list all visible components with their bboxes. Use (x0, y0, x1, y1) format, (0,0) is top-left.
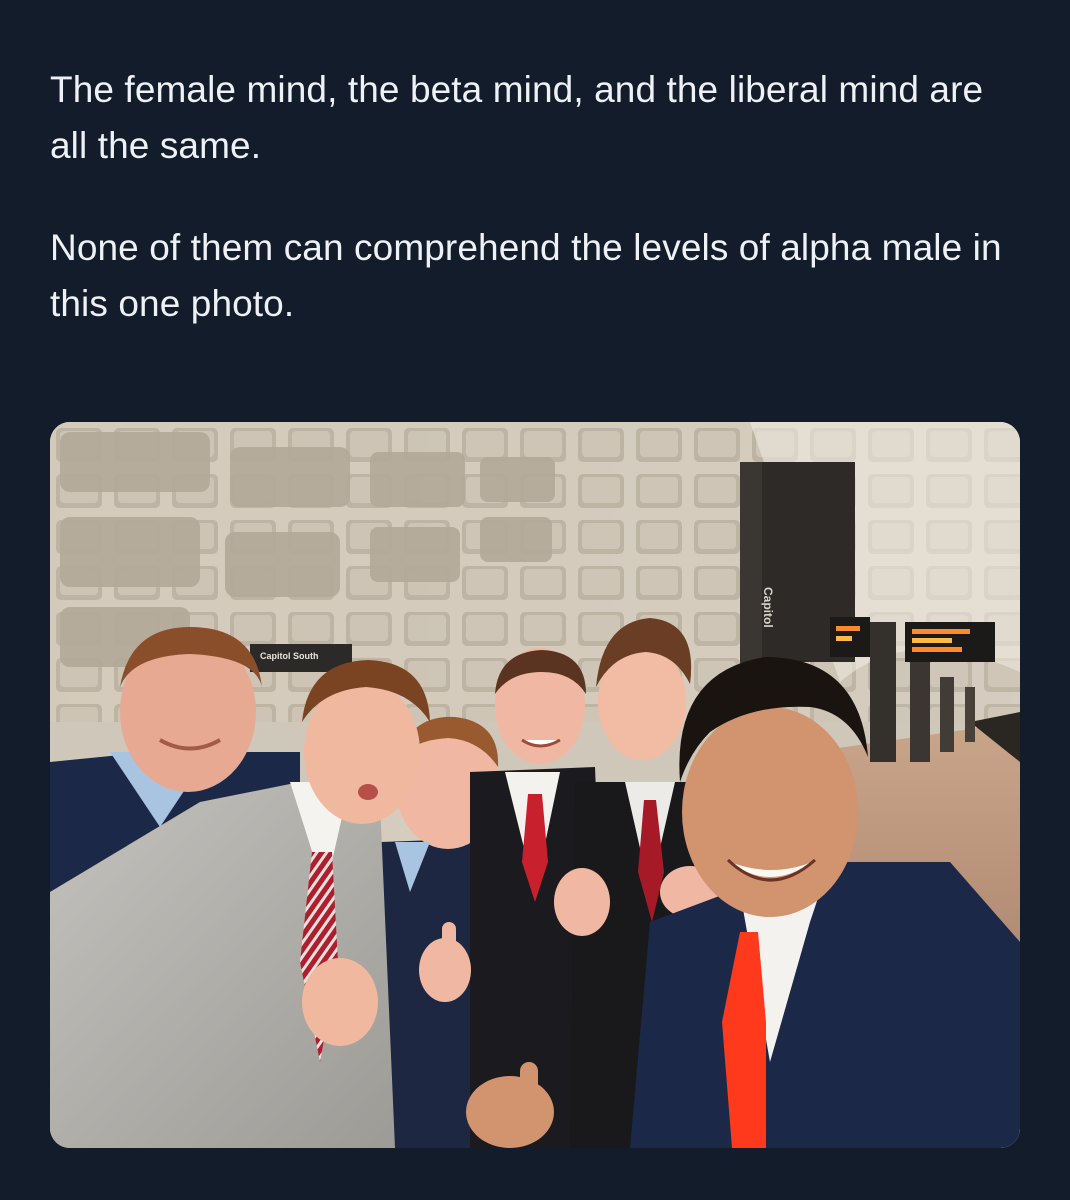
pillar-label: Capitol (761, 587, 775, 628)
post-photo[interactable]: Capitol South Capitol (50, 422, 1020, 1148)
station-sign: Capitol South (260, 651, 319, 661)
selfie-metro-station-image: Capitol South Capitol (50, 422, 1020, 1148)
post-text: The female mind, the beta mind, and the … (50, 62, 1030, 378)
post-page: The female mind, the beta mind, and the … (0, 0, 1070, 1200)
post-paragraph-2: None of them can comprehend the levels o… (50, 227, 1002, 324)
post-paragraph-1: The female mind, the beta mind, and the … (50, 69, 984, 166)
